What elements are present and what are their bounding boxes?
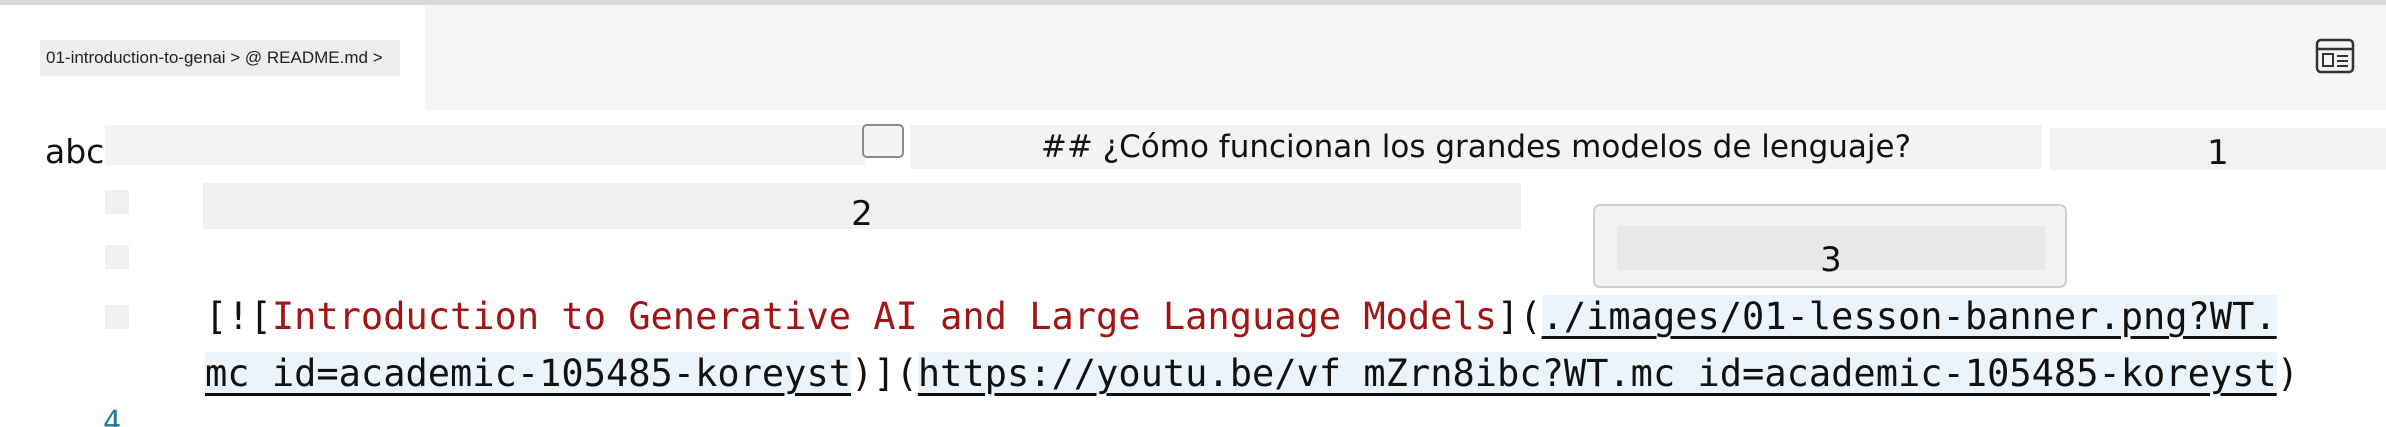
code-punct: )]( <box>851 352 918 395</box>
video-url[interactable]: https://youtu.be/vf_mZrn8ibc?WT.mc_id=ac… <box>917 352 2277 395</box>
hint-marker-3[interactable]: 3 <box>1617 226 2045 280</box>
code-line-2[interactable]: mc_id=academic-105485-koreyst)](https://… <box>205 352 2299 395</box>
checkbox-hint[interactable] <box>862 124 904 158</box>
editor-window: 01-introduction-to-genai > @ README.md >… <box>0 0 2386 427</box>
heading-hint[interactable]: ## ¿Cómo funcionan los grandes modelos d… <box>910 125 2042 169</box>
code-punct: ) <box>2276 352 2299 395</box>
image-url-continued[interactable]: mc_id=academic-105485-koreyst <box>205 352 852 395</box>
code-punct: ]( <box>1497 295 1542 338</box>
link-text[interactable]: Introduction to Generative AI and Large … <box>272 295 1497 338</box>
image-url[interactable]: ./images/01-lesson-banner.png?WT. <box>1541 295 2277 338</box>
hint-marker-2[interactable]: 2 <box>203 183 1521 234</box>
gutter-marker <box>105 305 129 329</box>
abc-label: abc <box>45 132 105 171</box>
code-punct: [![ <box>205 295 272 338</box>
gutter-marker <box>105 190 129 214</box>
hint-placeholder-bar <box>105 125 865 165</box>
hint-marker-1[interactable]: 1 <box>2050 128 2386 173</box>
gutter-marker <box>105 245 129 269</box>
layout-panel-icon[interactable] <box>2315 38 2355 74</box>
line-number: 4 <box>103 405 122 427</box>
breadcrumb[interactable]: 01-introduction-to-genai > @ README.md > <box>40 40 400 76</box>
code-line-1[interactable]: [![Introduction to Generative AI and Lar… <box>205 295 2277 338</box>
hint-popup-3[interactable]: 3 <box>1593 204 2067 288</box>
